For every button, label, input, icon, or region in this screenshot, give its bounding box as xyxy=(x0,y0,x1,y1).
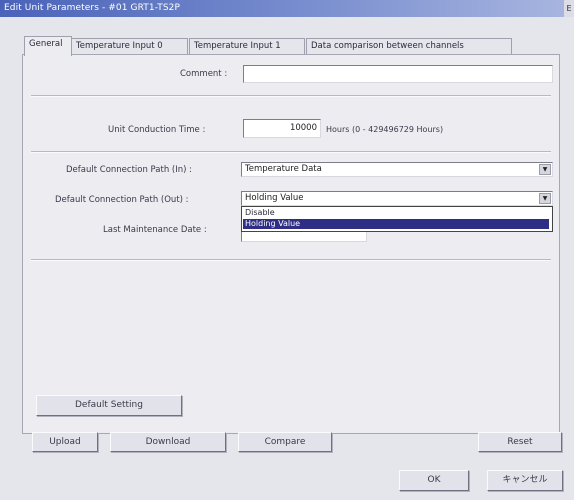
edit-unit-parameters-dialog: Edit Unit Parameters - #01 GRT1-TS2P E G… xyxy=(0,0,574,500)
title-bar[interactable]: Edit Unit Parameters - #01 GRT1-TS2P E xyxy=(0,0,574,17)
chevron-down-icon[interactable]: ▼ xyxy=(539,164,551,175)
comment-field[interactable] xyxy=(243,65,553,83)
window-title: Edit Unit Parameters - #01 GRT1-TS2P xyxy=(4,3,180,13)
conn-out-dropdown-list: Disable Holding Value xyxy=(241,206,553,232)
last-maintenance-date-label: Last Maintenance Date : xyxy=(103,225,207,235)
general-tab-panel: Comment : Unit Conduction Time : 10000 H… xyxy=(22,54,560,434)
separator xyxy=(31,95,551,97)
tab-temperature-input-1[interactable]: Temperature Input 1 xyxy=(189,38,305,55)
conn-out-label: Default Connection Path (Out) : xyxy=(55,195,189,205)
ok-button[interactable]: OK xyxy=(399,470,469,491)
upload-button[interactable]: Upload xyxy=(32,432,98,452)
tab-temperature-input-0[interactable]: Temperature Input 0 xyxy=(71,38,188,55)
conduction-time-range-hint: Hours (0 - 429496729 Hours) xyxy=(326,125,444,134)
separator xyxy=(31,259,551,261)
unit-conduction-time-label: Unit Conduction Time : xyxy=(108,125,206,135)
unit-conduction-time-field[interactable]: 10000 xyxy=(243,119,321,138)
reset-button[interactable]: Reset xyxy=(478,432,562,452)
conn-in-select[interactable]: Temperature Data ▼ xyxy=(241,162,553,177)
unit-conduction-time-value: 10000 xyxy=(289,123,317,133)
tab-data-comparison[interactable]: Data comparison between channels xyxy=(306,38,512,55)
close-icon[interactable]: E xyxy=(564,0,574,17)
conn-out-select[interactable]: Holding Value ▼ xyxy=(241,191,553,206)
tab-general[interactable]: General xyxy=(24,36,72,56)
conn-in-label: Default Connection Path (In) : xyxy=(66,165,193,175)
default-setting-button[interactable]: Default Setting xyxy=(36,395,182,416)
compare-button[interactable]: Compare xyxy=(238,432,332,452)
separator xyxy=(31,151,551,153)
chevron-down-icon[interactable]: ▼ xyxy=(539,193,551,204)
comment-label: Comment : xyxy=(180,69,228,79)
conn-in-value: Temperature Data xyxy=(245,164,322,174)
download-button[interactable]: Download xyxy=(110,432,226,452)
option-disable[interactable]: Disable xyxy=(243,208,549,218)
cancel-button[interactable]: キャンセル xyxy=(487,470,563,491)
option-holding-value[interactable]: Holding Value xyxy=(243,219,549,229)
conn-out-value: Holding Value xyxy=(245,193,304,203)
